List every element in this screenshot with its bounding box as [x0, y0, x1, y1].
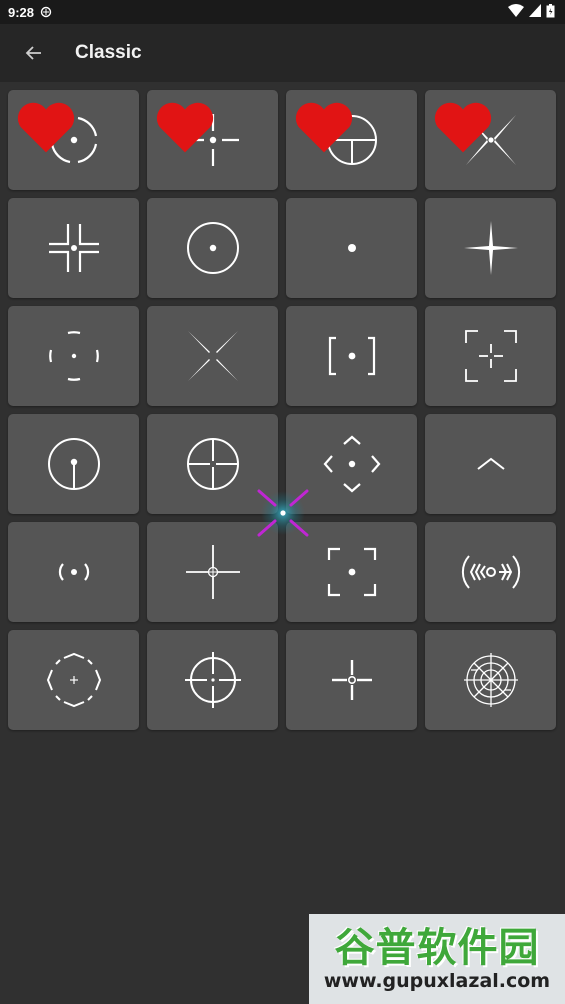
crosshair-card[interactable] [8, 90, 139, 190]
status-bar: 9:28 [0, 0, 565, 24]
notification-icon [40, 6, 52, 18]
diamond-chevrons-dot-crosshair-icon [323, 435, 380, 493]
chevron-up-crosshair-icon [476, 457, 505, 470]
signal-icon [529, 4, 541, 17]
battery-icon [546, 4, 555, 18]
plus-small-circle-crosshair-icon [185, 545, 240, 599]
target-web-crosshair-icon [463, 653, 518, 707]
crosshair-card[interactable] [147, 630, 278, 730]
favorite-heart-icon [295, 102, 353, 153]
scope-circle-crosshair-icon [184, 652, 241, 708]
star-crosshair-icon [463, 221, 518, 275]
status-time: 9:28 [8, 4, 35, 20]
crosshair-card[interactable] [425, 630, 556, 730]
circle-cross-crosshair-icon [186, 438, 239, 490]
circle-tick-dot-crosshair-icon [47, 438, 100, 490]
crosshair-card[interactable] [425, 198, 556, 298]
crosshair-card[interactable] [147, 90, 278, 190]
crosshair-card[interactable] [8, 630, 139, 730]
crosshair-overlay-icon[interactable] [253, 483, 313, 543]
rangefinder-crosshair-icon [461, 555, 520, 589]
back-button[interactable] [5, 24, 63, 82]
corner-brackets-dot-crosshair-icon [48, 224, 99, 272]
plus-ring-crosshair-icon [331, 660, 372, 700]
watermark-text: 谷普软件园 [334, 925, 540, 971]
page-title: Classic [75, 42, 142, 63]
crosshair-card[interactable] [8, 414, 139, 514]
parens-dot-crosshair-icon [58, 563, 89, 581]
crosshair-card[interactable] [147, 198, 278, 298]
circle-dot-crosshair-icon [186, 222, 239, 274]
square-brackets-dot-crosshair-icon [328, 336, 375, 376]
crosshair-card[interactable] [286, 198, 417, 298]
arrow-left-icon [25, 46, 41, 60]
watermark-url: www.gupuxlazal.com [323, 970, 551, 992]
arcs-dot-crosshair-icon [48, 331, 99, 381]
favorite-heart-icon [434, 102, 492, 153]
crosshair-card[interactable] [425, 90, 556, 190]
x-gap-crosshair-icon [187, 331, 238, 381]
octagon-plus-crosshair-icon [46, 652, 101, 708]
frame-corners-plus-crosshair-icon [464, 330, 517, 382]
dot-crosshair-icon [347, 244, 356, 252]
wifi-icon [508, 4, 524, 17]
crosshair-card[interactable] [8, 522, 139, 622]
crosshair-grid [8, 90, 556, 730]
crosshair-card[interactable] [425, 522, 556, 622]
crosshair-card[interactable] [286, 90, 417, 190]
crosshair-card[interactable] [286, 306, 417, 406]
favorite-heart-icon [17, 102, 75, 153]
crosshair-card[interactable] [286, 630, 417, 730]
watermark: 谷普软件园 www.gupuxlazal.com [309, 914, 565, 1004]
crosshair-card[interactable] [425, 306, 556, 406]
crosshair-card[interactable] [425, 414, 556, 514]
frame-corners-dot-crosshair-icon [327, 547, 376, 597]
app-bar: Classic [0, 24, 565, 82]
favorite-heart-icon [156, 102, 214, 153]
crosshair-card[interactable] [147, 306, 278, 406]
crosshair-card[interactable] [8, 198, 139, 298]
crosshair-card[interactable] [8, 306, 139, 406]
